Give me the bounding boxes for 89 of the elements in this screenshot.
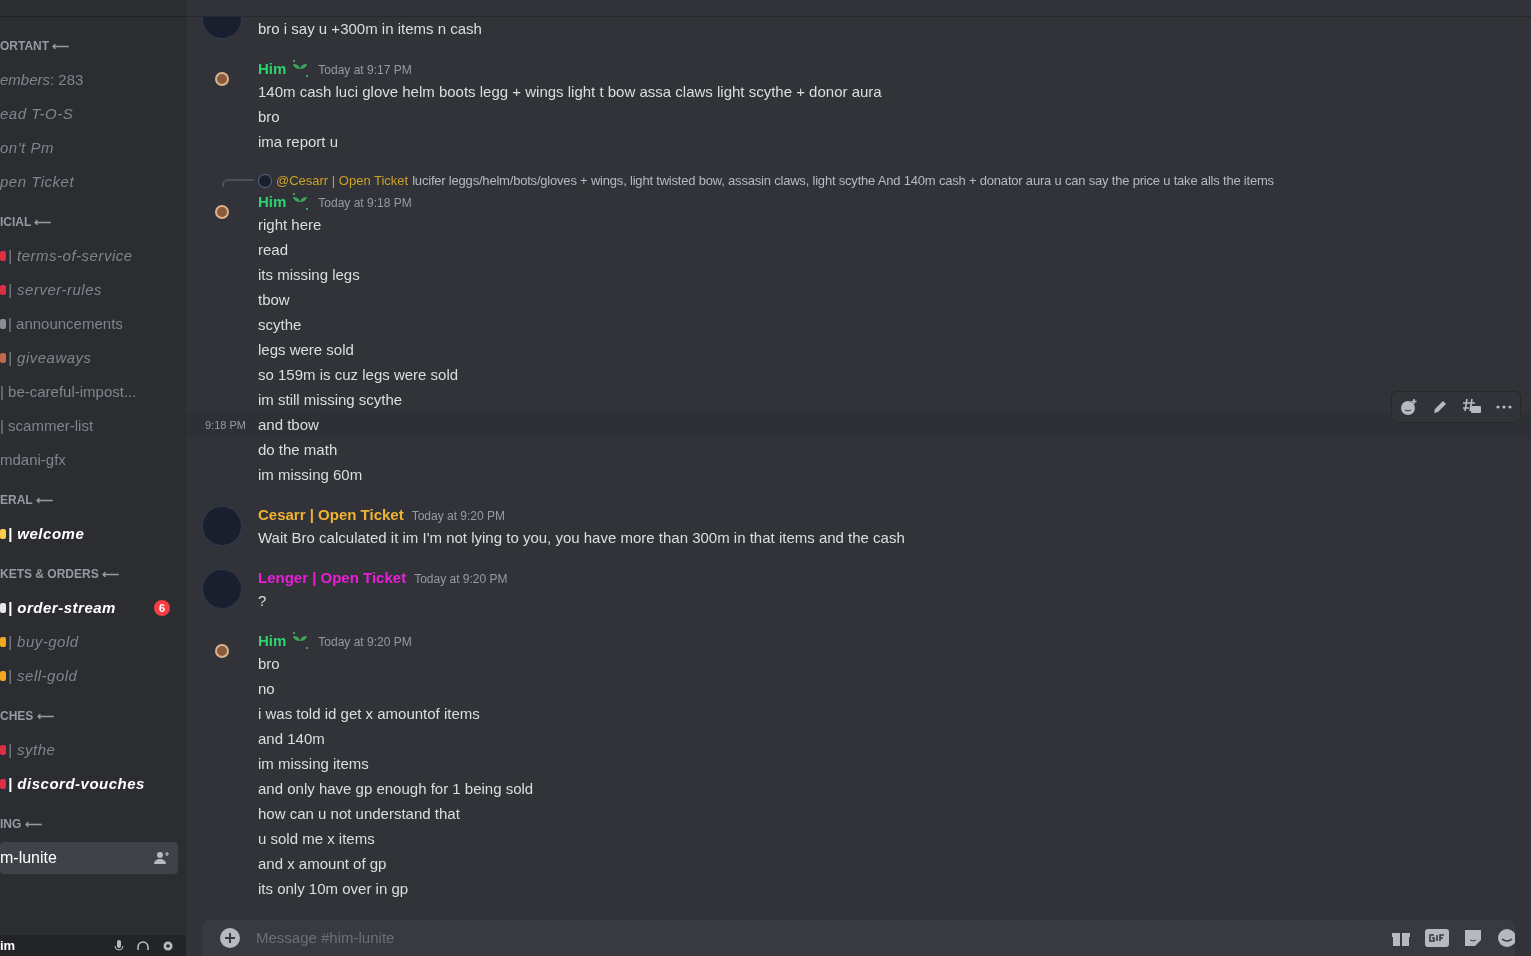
add-icon[interactable]: [220, 928, 240, 948]
message-text: im missing 60m: [258, 465, 363, 486]
channel-name[interactable]: | scammer-list: [0, 414, 94, 438]
channel-name[interactable]: | sell-gold: [8, 664, 78, 688]
gif-icon[interactable]: [1425, 929, 1449, 947]
author-name[interactable]: Lenger | Open Ticket: [258, 566, 407, 590]
channel-name[interactable]: | be-careful-impost...: [0, 380, 137, 404]
message-text: bro i say u +300m in items n cash: [258, 19, 482, 40]
message-text: how can u not understand that: [258, 804, 460, 825]
unread-badge: 6: [154, 600, 170, 616]
message-text: im still missing scythe: [258, 390, 403, 411]
channel-name[interactable]: pen Ticket: [0, 170, 75, 194]
emoji-icon[interactable]: [1497, 928, 1515, 948]
message-text: Wait Bro calculated it im I'm not lying to you, you have more than 300m in that items and the cash: [258, 528, 905, 549]
user-avatar[interactable]: [215, 644, 229, 658]
edit-icon[interactable]: [1432, 399, 1448, 415]
channel-name[interactable]: embers: 283: [0, 68, 84, 92]
channel-name[interactable]: | terms-of-service: [8, 244, 133, 268]
sprout-icon: [290, 60, 311, 78]
settings-icon[interactable]: [162, 939, 174, 952]
message-text: ima report u: [258, 132, 339, 153]
channel-name[interactable]: | order-stream: [8, 596, 116, 620]
message-text: legs were sold: [258, 340, 354, 361]
message-text: scythe: [258, 315, 302, 336]
message-text: ?: [258, 591, 267, 612]
channel-name[interactable]: on't Pm: [0, 136, 54, 160]
message-text: im missing items: [258, 754, 369, 775]
message-time: Today at 9:20 PM: [318, 634, 412, 651]
message-time: Today at 9:20 PM: [414, 571, 508, 588]
sticker-icon[interactable]: [1463, 928, 1483, 948]
channel-name[interactable]: ead T-O-S: [0, 102, 74, 126]
channel-name[interactable]: m-lunite: [0, 846, 57, 870]
category-header[interactable]: ING ⟵: [0, 812, 186, 836]
sprout-icon: [290, 193, 311, 211]
message-field[interactable]: Message #him-lunite: [202, 920, 1515, 956]
reply-connector: [222, 179, 254, 187]
author-name[interactable]: Him: [258, 190, 287, 214]
message-text: read: [258, 240, 289, 261]
category-header[interactable]: KETS & ORDERS ⟵: [0, 562, 186, 586]
reply-preview[interactable]: lucifer leggs/helm/bots/gloves + wings, light twisted bow, assasin claws, light scythe And 140m cash + donator aura u can say the price u take alls the items: [412, 171, 1274, 191]
message-text: and only have gp enough for 1 being sold: [258, 779, 534, 800]
sprout-icon: [290, 632, 311, 650]
author-name[interactable]: Him: [258, 57, 287, 81]
message-text: bro: [258, 654, 280, 675]
message-time: 9:18 PM: [205, 418, 246, 434]
message-text: and 140m: [258, 729, 325, 750]
message-time: Today at 9:20 PM: [411, 508, 506, 525]
category-header[interactable]: CHES ⟵: [0, 704, 186, 728]
message-text: its only 10m over in gp: [258, 879, 409, 900]
user-avatar[interactable]: [215, 72, 229, 86]
channel-name[interactable]: | announcements: [8, 312, 123, 336]
message-text: tbow: [258, 290, 290, 311]
message-text: right here: [258, 215, 322, 236]
selected-channel-item[interactable]: m-lunite: [0, 842, 178, 874]
user-name: im: [0, 936, 16, 955]
channel-name[interactable]: | buy-gold: [8, 630, 79, 654]
add-member-icon[interactable]: [154, 851, 170, 865]
message-time: Today at 9:18 PM: [318, 195, 412, 212]
message-text: and tbow: [258, 415, 319, 436]
message-text: 140m cash luci glove helm boots legg + wings light t bow assa claws light scythe + donor aura: [258, 82, 882, 103]
message-text: and x amount of gp: [258, 854, 387, 875]
message-text: no: [258, 679, 275, 700]
message-text: bro: [258, 107, 280, 128]
category-header[interactable]: ERAL ⟵: [0, 488, 186, 512]
user-avatar[interactable]: [215, 205, 229, 219]
microphone-icon[interactable]: [114, 939, 124, 952]
message-text: i was told id get x amountof items: [258, 704, 480, 725]
category-header[interactable]: ORTANT ⟵: [0, 34, 186, 58]
author-name[interactable]: Him: [258, 629, 287, 653]
thread-icon[interactable]: [1462, 398, 1482, 416]
channel-name[interactable]: | giveaways: [8, 346, 92, 370]
message-text: so 159m is cuz legs were sold: [258, 365, 459, 386]
message-text: u sold me x items: [258, 829, 375, 850]
channel-name[interactable]: | welcome: [8, 522, 85, 546]
add-reaction-icon[interactable]: [1400, 398, 1418, 416]
reply-mention[interactable]: @Cesarr | Open Ticket: [276, 171, 409, 191]
message-text: its missing legs: [258, 265, 360, 286]
channel-name[interactable]: | sythe: [8, 738, 56, 762]
channel-name[interactable]: | discord-vouches: [8, 772, 145, 796]
reply-avatar: [258, 174, 272, 188]
channel-name[interactable]: mdani-gfx: [0, 448, 66, 472]
message-time: Today at 9:17 PM: [318, 62, 412, 79]
headphones-icon[interactable]: [136, 939, 150, 952]
more-icon[interactable]: [1496, 405, 1512, 409]
message-text: do the math: [258, 440, 338, 461]
category-header[interactable]: ICIAL ⟵: [0, 210, 186, 234]
author-name[interactable]: Cesarr | Open Ticket: [258, 503, 404, 527]
channel-name[interactable]: | server-rules: [8, 278, 102, 302]
message-input[interactable]: Message #him-lunite: [256, 926, 1375, 950]
